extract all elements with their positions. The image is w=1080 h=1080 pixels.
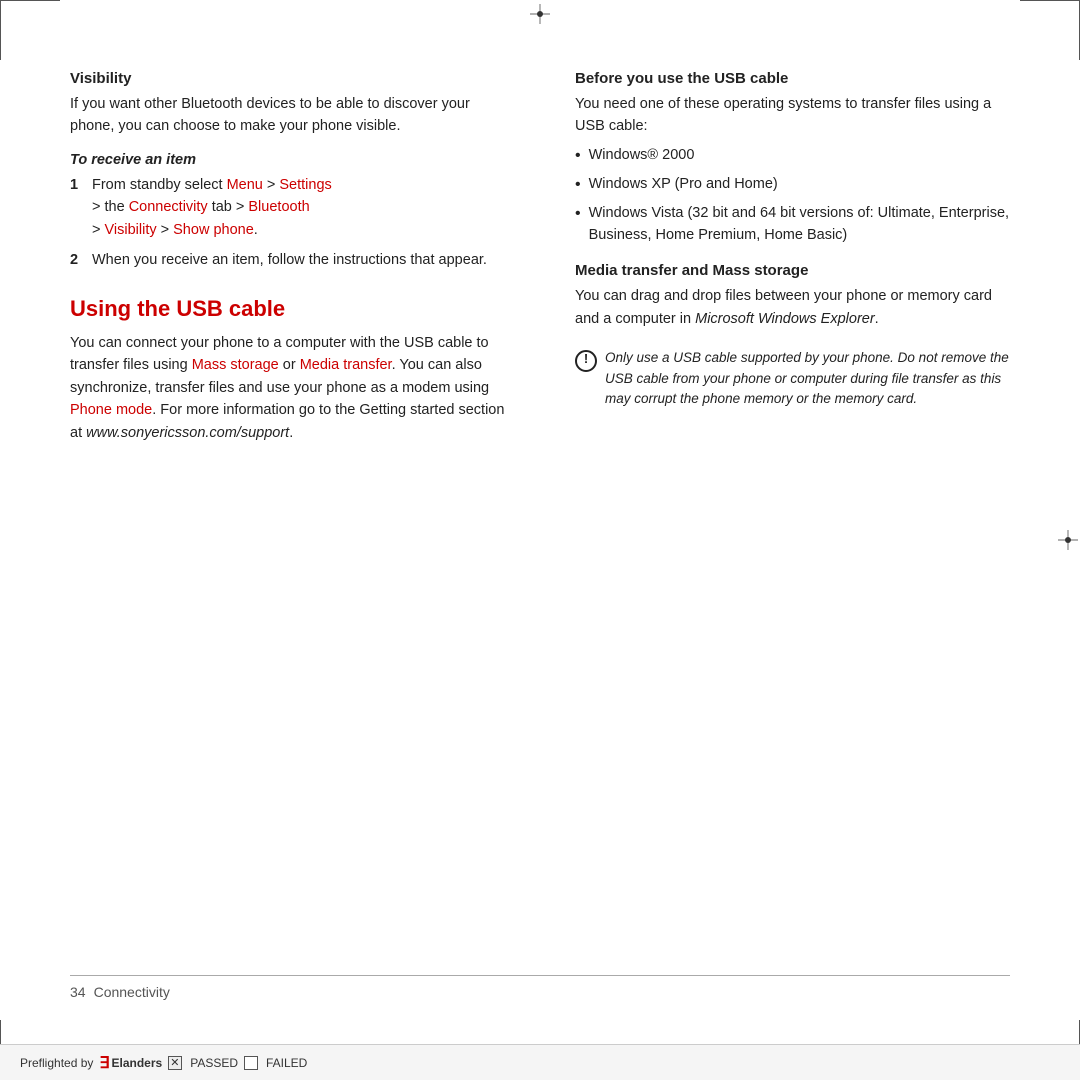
settings-link: Settings [279,177,331,193]
passed-label: PASSED [190,1056,238,1070]
menu-link: Menu [227,177,263,193]
elanders-logo: ∃ Elanders [99,1053,162,1073]
left-column: Visibility If you want other Bluetooth d… [70,70,515,945]
preflight-label: Preflighted by [20,1056,93,1070]
os-list: Windows® 2000 Windows XP (Pro and Home) … [575,144,1010,247]
visibility-body: If you want other Bluetooth devices to b… [70,93,505,138]
step-1-text: From standby select Menu > Settings> the… [92,174,332,241]
warning-box: Only use a USB cable supported by your p… [575,348,1010,409]
steps-list: 1 From standby select Menu > Settings> t… [70,174,505,272]
step-2-text: When you receive an item, follow the ins… [92,249,487,271]
step-1-num: 1 [70,174,92,196]
preflight-bar: Preflighted by ∃ Elanders PASSED FAILED [0,1044,1080,1080]
step-1: 1 From standby select Menu > Settings> t… [70,174,505,241]
os-item-1: Windows® 2000 [575,144,1010,169]
connectivity-link: Connectivity [129,199,208,215]
os-item-2: Windows XP (Pro and Home) [575,173,1010,198]
reg-mark-top [530,4,550,24]
right-column: Before you use the USB cable You need on… [565,70,1010,945]
content-area: Visibility If you want other Bluetooth d… [70,70,1010,1000]
elanders-brand: Elanders [112,1056,163,1070]
corner-mark-tr [1020,0,1080,60]
warning-icon [575,350,595,372]
passed-checkbox [168,1056,182,1070]
windows-explorer-text: Microsoft Windows Explorer [695,311,875,327]
media-transfer-body: You can drag and drop files between your… [575,285,1010,330]
os-item-3: Windows Vista (32 bit and 64 bit version… [575,202,1010,247]
mass-storage-link: Mass storage [192,357,279,373]
before-usb-body: You need one of these operating systems … [575,93,1010,138]
usb-body: You can connect your phone to a computer… [70,332,505,444]
bluetooth-link: Bluetooth [248,199,309,215]
show-phone-link: Show phone [173,222,254,238]
failed-label: FAILED [266,1056,307,1070]
reg-mark-right [1058,530,1078,550]
phone-mode-link: Phone mode [70,402,152,418]
corner-mark-tl [0,0,60,60]
step-2-num: 2 [70,249,92,271]
receive-item-heading: To receive an item [70,152,505,168]
page-section-label: Connectivity [94,984,170,1000]
elanders-e-icon: ∃ [99,1053,109,1073]
usb-section-title: Using the USB cable [70,296,505,322]
visibility-heading: Visibility [70,70,505,87]
main-columns: Visibility If you want other Bluetooth d… [70,70,1010,945]
media-transfer-link: Media transfer [300,357,392,373]
visibility-link: Visibility [105,222,157,238]
page-number: 34 [70,984,86,1000]
warning-text: Only use a USB cable supported by your p… [605,348,1010,409]
url-text: www.sonyericsson.com/support [86,425,289,441]
page-number-line: 34 Connectivity [70,976,1010,1000]
failed-checkbox [244,1056,258,1070]
footer-section: 34 Connectivity [70,945,1010,1000]
before-usb-heading: Before you use the USB cable [575,70,1010,87]
media-transfer-heading: Media transfer and Mass storage [575,262,1010,279]
step-2: 2 When you receive an item, follow the i… [70,249,505,271]
